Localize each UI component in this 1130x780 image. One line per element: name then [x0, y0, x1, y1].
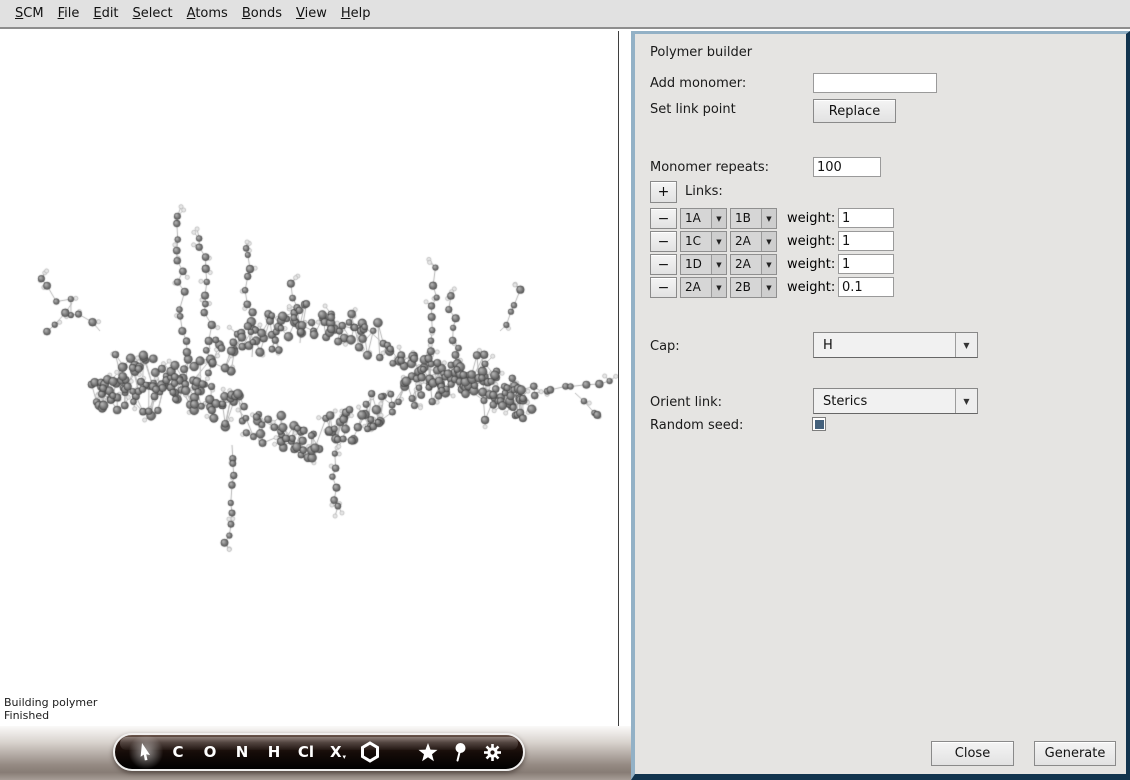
menu-item-select[interactable]: Select [126, 6, 180, 21]
element-o-button[interactable]: O [197, 737, 223, 767]
star-icon[interactable] [415, 737, 441, 767]
set-link-point-label: Set link point [650, 102, 736, 117]
link-from-dropdown[interactable]: 1C▼ [680, 231, 727, 252]
link-row-2: −1C▼2A▼weight: [635, 231, 1126, 254]
menu-item-view[interactable]: View [289, 6, 334, 21]
link-from-dropdown[interactable]: 2A▼ [680, 277, 727, 298]
bottom-dock: CONHClX▾ [0, 726, 631, 780]
add-monomer-label: Add monomer: [650, 76, 746, 91]
menu-bar: SCMFileEditSelectAtomsBondsViewHelp [0, 0, 1130, 29]
close-button[interactable]: Close [931, 741, 1014, 766]
benzene-ring-icon[interactable] [357, 737, 383, 767]
orient-link-value: Sterics [814, 389, 955, 413]
replace-button[interactable]: Replace [813, 99, 896, 123]
menu-item-scm[interactable]: SCM [8, 6, 51, 21]
add-link-button[interactable]: + [650, 181, 677, 203]
chevron-down-icon[interactable]: ▼ [711, 255, 726, 274]
cursor-arrow-icon[interactable] [133, 737, 159, 767]
chevron-down-icon[interactable]: ▼ [955, 389, 977, 413]
link-to-dropdown[interactable]: 2A▼ [730, 254, 777, 275]
link-from-dropdown[interactable]: 1D▼ [680, 254, 727, 275]
menu-item-bonds[interactable]: Bonds [235, 6, 289, 21]
link-to-dropdown[interactable]: 2B▼ [730, 277, 777, 298]
link-to-value: 2A [731, 232, 761, 251]
chevron-down-icon[interactable]: ▼ [955, 333, 977, 357]
link-to-value: 1B [731, 209, 761, 228]
element-cl-button[interactable]: Cl [293, 737, 319, 767]
chevron-down-icon[interactable]: ▼ [761, 232, 776, 251]
element-n-button[interactable]: N [229, 737, 255, 767]
chevron-down-icon[interactable]: ▼ [761, 209, 776, 228]
chevron-down-icon[interactable]: ▼ [711, 209, 726, 228]
menu-item-file[interactable]: File [51, 6, 87, 21]
menu-item-edit[interactable]: Edit [86, 6, 125, 21]
add-monomer-input[interactable] [813, 73, 937, 93]
link-row-1: −1A▼1B▼weight: [635, 208, 1126, 231]
remove-link-button[interactable]: − [650, 231, 677, 252]
chevron-down-icon[interactable]: ▼ [711, 278, 726, 297]
status-text: Building polymer Finished [4, 696, 97, 722]
polymer-builder-panel: Polymer builder Add monomer: Set link po… [631, 31, 1130, 780]
chevron-down-icon[interactable]: ▼ [761, 255, 776, 274]
link-from-value: 1A [681, 209, 711, 228]
link-row-4: −2A▼2B▼weight: [635, 277, 1126, 300]
panel-title: Polymer builder [650, 45, 752, 60]
link-weight-input[interactable] [838, 231, 894, 251]
menu-item-atoms[interactable]: Atoms [180, 6, 235, 21]
link-from-dropdown[interactable]: 1A▼ [680, 208, 727, 229]
balloon-pointer-icon[interactable] [447, 737, 473, 767]
link-to-value: 2A [731, 255, 761, 274]
generate-button[interactable]: Generate [1034, 741, 1116, 766]
cap-label: Cap: [650, 339, 680, 354]
link-list: −1A▼1B▼weight:−1C▼2A▼weight:−1D▼2A▼weigh… [635, 208, 1126, 300]
element-c-button[interactable]: C [165, 737, 191, 767]
viewport-right-border [618, 31, 619, 726]
link-from-value: 1C [681, 232, 711, 251]
element-h-button[interactable]: H [261, 737, 287, 767]
remove-link-button[interactable]: − [650, 254, 677, 275]
cap-dropdown[interactable]: H ▼ [813, 332, 978, 358]
links-label: Links: [685, 184, 723, 199]
orient-link-dropdown[interactable]: Sterics ▼ [813, 388, 978, 414]
link-row-3: −1D▼2A▼weight: [635, 254, 1126, 277]
menu-item-help[interactable]: Help [334, 6, 378, 21]
random-seed-label: Random seed: [650, 418, 743, 433]
link-weight-input[interactable] [838, 277, 894, 297]
link-from-value: 1D [681, 255, 711, 274]
remove-link-button[interactable]: − [650, 208, 677, 229]
element-toolbar: CONHClX▾ [113, 733, 525, 771]
weight-label: weight: [787, 234, 835, 249]
link-from-value: 2A [681, 278, 711, 297]
molecule-viewport[interactable]: Building polymer Finished CONHClX▾ [0, 31, 631, 780]
gear-icon[interactable] [479, 737, 505, 767]
molecule-rendering[interactable] [0, 31, 618, 726]
chevron-down-icon[interactable]: ▼ [711, 232, 726, 251]
weight-label: weight: [787, 257, 835, 272]
checkbox-fill [815, 420, 824, 429]
link-weight-input[interactable] [838, 208, 894, 228]
status-line-2: Finished [4, 709, 97, 722]
monomer-repeats-label: Monomer repeats: [650, 160, 769, 175]
remove-link-button[interactable]: − [650, 277, 677, 298]
link-to-dropdown[interactable]: 1B▼ [730, 208, 777, 229]
chevron-down-icon[interactable]: ▼ [761, 278, 776, 297]
weight-label: weight: [787, 280, 835, 295]
element-x-button[interactable]: X▾ [325, 737, 351, 767]
chevron-down-icon: ▾ [343, 753, 347, 767]
link-to-value: 2B [731, 278, 761, 297]
weight-label: weight: [787, 211, 835, 226]
random-seed-checkbox[interactable] [812, 417, 826, 431]
monomer-repeats-input[interactable] [813, 157, 881, 177]
orient-link-label: Orient link: [650, 395, 722, 410]
link-weight-input[interactable] [838, 254, 894, 274]
cap-value: H [814, 333, 955, 357]
status-line-1: Building polymer [4, 696, 97, 709]
link-to-dropdown[interactable]: 2A▼ [730, 231, 777, 252]
